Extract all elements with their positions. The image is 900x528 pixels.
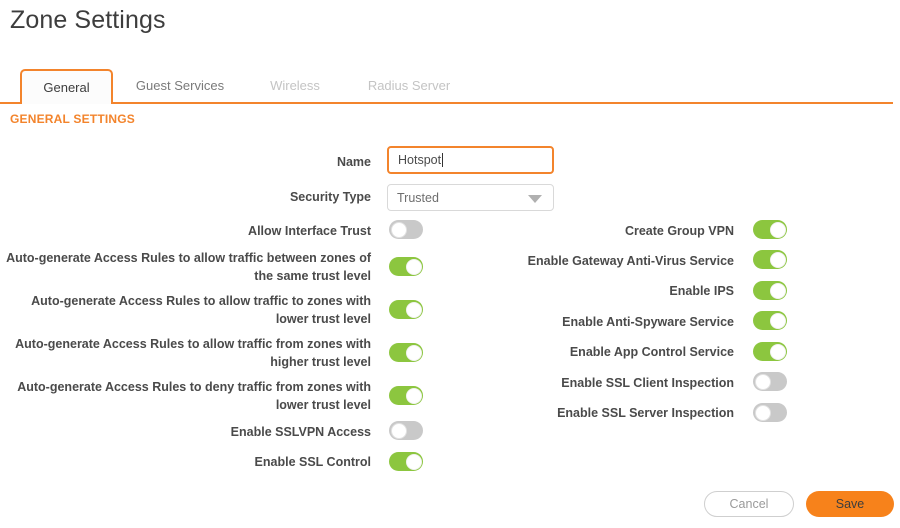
setting-label-enable-ssl-server-inspection: Enable SSL Server Inspection <box>430 404 734 422</box>
toggle-allow-interface-trust[interactable] <box>389 220 423 239</box>
toggle-knob <box>391 222 407 238</box>
setting-label-enable-anti-spyware-service: Enable Anti-Spyware Service <box>430 313 734 331</box>
toggle-enable-ips[interactable] <box>753 281 787 300</box>
toggle-knob <box>755 374 771 390</box>
security-type-select[interactable]: Trusted <box>387 184 554 211</box>
setting-label-enable-gateway-anti-virus-service: Enable Gateway Anti-Virus Service <box>430 252 734 270</box>
setting-label-auto-generate-access-rules-to-deny-traffic-from-zone: Auto-generate Access Rules to deny traff… <box>0 378 371 414</box>
toggle-knob <box>406 302 422 318</box>
setting-label-auto-generate-access-rules-to-allow-traffic-between-: Auto-generate Access Rules to allow traf… <box>0 249 371 285</box>
tab-radius-server[interactable]: Radius Server <box>353 69 465 102</box>
tab-general[interactable]: General <box>20 69 113 104</box>
toggle-knob <box>770 344 786 360</box>
text-caret <box>442 153 443 167</box>
toggle-enable-ssl-server-inspection[interactable] <box>753 403 787 422</box>
section-heading-general-settings: GENERAL SETTINGS <box>10 112 135 126</box>
tab-bar: General Guest Services Wireless Radius S… <box>0 69 900 104</box>
page-title: Zone Settings <box>10 6 166 35</box>
zone-settings-page: Zone Settings General Guest Services Wir… <box>0 0 900 528</box>
toggle-knob <box>406 345 422 361</box>
setting-label-create-group-vpn: Create Group VPN <box>430 222 734 240</box>
name-input[interactable]: Hotspot <box>387 146 554 174</box>
name-field-label: Name <box>180 155 371 169</box>
toggle-knob <box>770 283 786 299</box>
toggle-auto-generate-access-rules-to-deny-traffic-from-zone[interactable] <box>389 386 423 405</box>
toggle-enable-gateway-anti-virus-service[interactable] <box>753 250 787 269</box>
toggle-knob <box>770 222 786 238</box>
security-type-value: Trusted <box>397 191 439 205</box>
setting-label-enable-ips: Enable IPS <box>430 282 734 300</box>
toggle-auto-generate-access-rules-to-allow-traffic-from-zon[interactable] <box>389 343 423 362</box>
toggle-knob <box>755 405 771 421</box>
setting-label-enable-ssl-control: Enable SSL Control <box>0 453 371 471</box>
setting-label-auto-generate-access-rules-to-allow-traffic-to-zones: Auto-generate Access Rules to allow traf… <box>0 292 371 328</box>
setting-label-allow-interface-trust: Allow Interface Trust <box>0 222 371 240</box>
chevron-down-icon <box>528 195 542 203</box>
toggle-knob <box>406 259 422 275</box>
toggle-enable-ssl-control[interactable] <box>389 452 423 471</box>
tab-guest-services[interactable]: Guest Services <box>121 69 239 102</box>
security-type-label: Security Type <box>180 190 371 204</box>
toggle-auto-generate-access-rules-to-allow-traffic-between-[interactable] <box>389 257 423 276</box>
toggle-enable-anti-spyware-service[interactable] <box>753 311 787 330</box>
setting-label-enable-app-control-service: Enable App Control Service <box>430 343 734 361</box>
tab-wireless[interactable]: Wireless <box>250 69 340 102</box>
toggle-knob <box>770 313 786 329</box>
cancel-button[interactable]: Cancel <box>704 491 794 517</box>
toggle-auto-generate-access-rules-to-allow-traffic-to-zones[interactable] <box>389 300 423 319</box>
setting-label-auto-generate-access-rules-to-allow-traffic-from-zon: Auto-generate Access Rules to allow traf… <box>0 335 371 371</box>
toggle-enable-app-control-service[interactable] <box>753 342 787 361</box>
toggle-enable-ssl-client-inspection[interactable] <box>753 372 787 391</box>
setting-label-enable-sslvpn-access: Enable SSLVPN Access <box>0 423 371 441</box>
tab-bar-underline <box>0 102 893 104</box>
toggle-knob <box>770 252 786 268</box>
toggle-create-group-vpn[interactable] <box>753 220 787 239</box>
toggle-knob <box>391 423 407 439</box>
setting-label-enable-ssl-client-inspection: Enable SSL Client Inspection <box>430 374 734 392</box>
save-button[interactable]: Save <box>806 491 894 517</box>
toggle-knob <box>406 454 422 470</box>
name-input-value: Hotspot <box>398 153 441 167</box>
toggle-knob <box>406 388 422 404</box>
toggle-enable-sslvpn-access[interactable] <box>389 421 423 440</box>
